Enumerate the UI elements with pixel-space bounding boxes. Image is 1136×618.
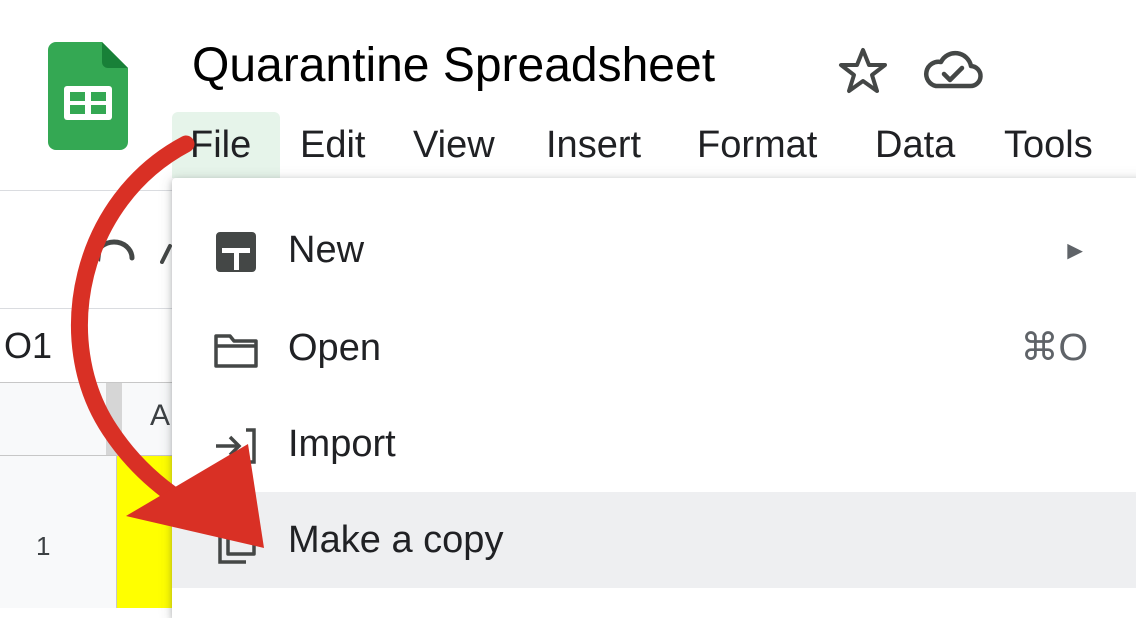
cloud-saved-icon[interactable] — [920, 46, 984, 94]
toolbar-divider — [0, 308, 172, 309]
file-menu-label: Make a copy — [288, 519, 504, 561]
file-menu-dropdown: New ► Open ⌘O Import Make a copy — [172, 178, 1136, 618]
row-header-1[interactable] — [0, 456, 117, 608]
keyboard-shortcut: ⌘O — [1020, 327, 1088, 369]
file-menu-item-open[interactable]: Open ⌘O — [172, 300, 1136, 396]
file-menu-item-import[interactable]: Import — [172, 396, 1136, 492]
cell-a1[interactable] — [117, 456, 172, 608]
document-title[interactable]: Quarantine Spreadsheet — [192, 36, 715, 96]
menu-data[interactable]: Data — [875, 112, 955, 178]
row-number-label: 1 — [36, 531, 51, 561]
import-icon — [216, 428, 256, 464]
menu-edit[interactable]: Edit — [300, 112, 365, 178]
menu-tools[interactable]: Tools — [1004, 112, 1093, 178]
file-menu-label: Import — [288, 423, 396, 465]
menu-format[interactable]: Format — [697, 112, 817, 178]
menu-file[interactable]: File — [172, 112, 280, 178]
star-icon[interactable] — [836, 46, 890, 94]
file-menu-label: Open — [288, 327, 381, 369]
select-all-corner[interactable] — [0, 383, 106, 455]
toolbar-divider — [0, 190, 172, 191]
menu-view[interactable]: View — [413, 112, 495, 178]
column-header-label: A — [150, 399, 171, 432]
file-menu-item-new[interactable]: New ► — [172, 202, 1136, 298]
menu-insert[interactable]: Insert — [546, 112, 641, 178]
copy-icon — [218, 522, 256, 564]
undo-icon[interactable] — [88, 232, 138, 272]
name-box[interactable]: O1 — [4, 318, 52, 374]
folder-icon — [214, 334, 258, 368]
file-menu-label: New — [288, 229, 365, 271]
new-sheet-icon — [216, 232, 256, 272]
file-menu-item-make-a-copy[interactable]: Make a copy — [172, 492, 1136, 588]
column-header-divider — [106, 383, 122, 455]
submenu-arrow-icon: ► — [1062, 235, 1088, 265]
google-sheets-logo[interactable] — [48, 42, 128, 150]
